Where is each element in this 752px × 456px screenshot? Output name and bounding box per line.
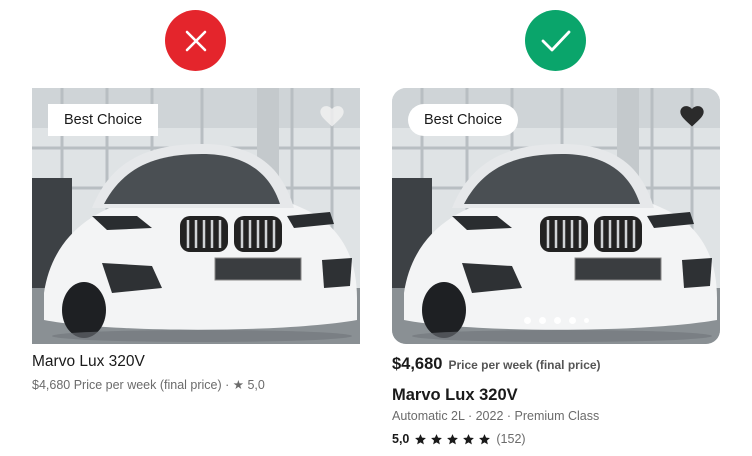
carousel-dot[interactable] <box>523 317 531 324</box>
best-choice-badge: Best Choice <box>48 104 159 136</box>
best-choice-badge: Best Choice <box>408 104 519 136</box>
car-title[interactable]: Marvo Lux 320V <box>392 386 518 405</box>
heart-icon[interactable] <box>318 102 346 130</box>
carousel-dots[interactable] <box>392 317 720 324</box>
star-icon <box>431 433 443 444</box>
star-icon <box>415 433 427 444</box>
star-icon <box>479 433 491 444</box>
cross-icon <box>165 10 226 71</box>
check-icon <box>525 10 586 71</box>
rating-value: 5,0 <box>392 432 410 446</box>
carousel-dot[interactable] <box>553 317 561 324</box>
car-specs: Automatic 2L · 2022 · Premium Class <box>392 409 600 423</box>
rating-stars <box>414 433 491 446</box>
star-icon <box>463 433 475 444</box>
price-value: $4,680 <box>392 355 443 373</box>
car-photo[interactable]: Best Choice <box>32 88 360 344</box>
carousel-dot[interactable] <box>538 317 546 324</box>
heart-icon[interactable] <box>678 102 706 130</box>
car-title[interactable]: Marvo Lux 320V <box>32 353 145 371</box>
star-icon <box>447 433 459 444</box>
price-rating-line: $4,680 Price per week (final price) · ★ … <box>32 378 265 392</box>
carousel-dot[interactable] <box>568 317 576 324</box>
price-caption: Price per week (final price) <box>448 358 601 372</box>
rating-line: 5,0 (152) <box>392 432 526 446</box>
car-photo-carousel[interactable]: Best Choice <box>392 88 720 344</box>
carousel-dot[interactable] <box>583 318 589 323</box>
review-count[interactable]: (152) <box>496 432 525 446</box>
price-line: $4,680 Price per week (final price) <box>392 355 601 374</box>
